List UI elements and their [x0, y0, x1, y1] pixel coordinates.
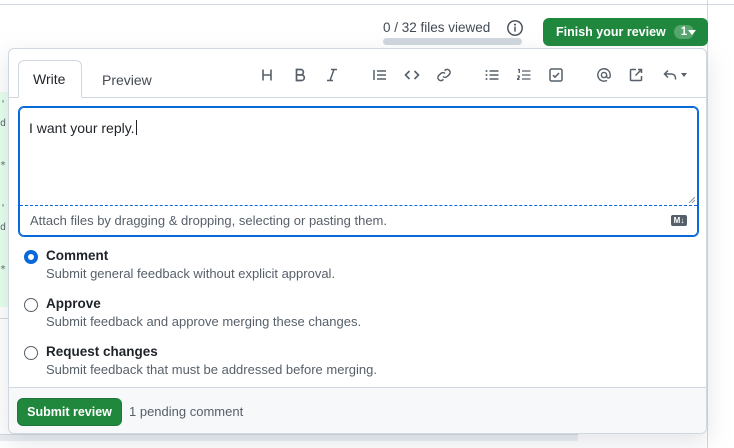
horizontal-scrollbar[interactable] [0, 434, 578, 441]
files-viewed-progress [383, 38, 522, 45]
review-popover: Write Preview I want your reply. Attach … [8, 48, 707, 434]
link-icon[interactable] [434, 65, 454, 85]
reply-icon[interactable] [659, 65, 689, 85]
submit-review-button[interactable]: Submit review [17, 398, 122, 426]
option-label: Comment [46, 248, 109, 263]
task-list-icon[interactable] [546, 65, 566, 85]
resize-handle-icon[interactable] [688, 196, 695, 203]
numbered-list-icon[interactable] [514, 65, 534, 85]
request-changes-radio[interactable] [24, 346, 38, 360]
finish-review-button[interactable]: Finish your review 1 [543, 18, 708, 46]
bulleted-list-icon[interactable] [482, 65, 502, 85]
text-caret [135, 120, 137, 135]
approve-radio[interactable] [24, 298, 38, 312]
tab-bar-border [9, 97, 706, 98]
quote-icon[interactable] [370, 65, 390, 85]
tab-preview[interactable]: Preview [88, 61, 166, 99]
comment-textarea[interactable]: I want your reply. Attach files by dragg… [18, 106, 699, 237]
bold-icon[interactable] [290, 65, 310, 85]
option-label: Approve [46, 296, 101, 311]
chevron-down-icon [688, 30, 696, 35]
comment-text: I want your reply. [29, 120, 137, 136]
finish-review-label: Finish your review [556, 25, 666, 39]
page-top-border [0, 0, 734, 5]
comment-radio[interactable] [24, 250, 38, 264]
pending-comment-count: 1 pending comment [129, 404, 244, 419]
attach-files-text: Attach files by dragging & dropping, sel… [30, 213, 387, 228]
cross-reference-icon[interactable] [626, 65, 646, 85]
option-description: Submit feedback and approve merging thes… [46, 314, 362, 329]
markdown-icon[interactable]: M↓ [671, 215, 687, 226]
chevron-down-icon [680, 73, 687, 77]
mention-icon[interactable] [594, 65, 614, 85]
code-icon[interactable] [402, 65, 422, 85]
heading-icon[interactable] [258, 65, 278, 85]
tab-write[interactable]: Write [18, 60, 82, 98]
option-description: Submit general feedback without explicit… [46, 266, 336, 281]
option-label: Request changes [46, 344, 158, 359]
option-description: Submit feedback that must be addressed b… [46, 362, 377, 377]
info-icon[interactable] [506, 19, 524, 37]
page-right-border [707, 0, 708, 448]
italic-icon[interactable] [322, 65, 342, 85]
attach-files-bar[interactable]: Attach files by dragging & dropping, sel… [20, 205, 697, 235]
files-viewed-counter: 0 / 32 files viewed [383, 20, 491, 35]
